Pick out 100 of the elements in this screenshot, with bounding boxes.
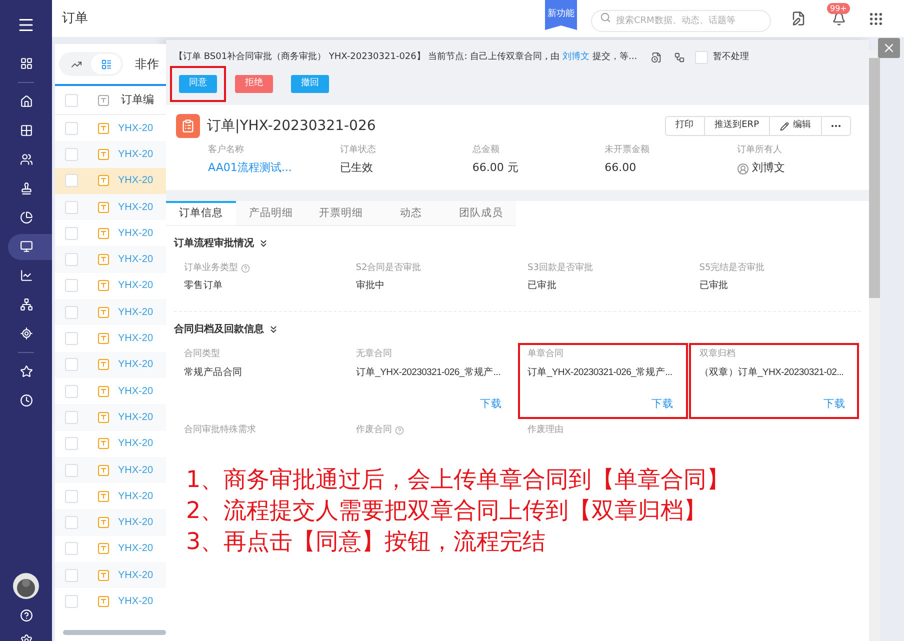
order-code[interactable]: YHX-20: [118, 173, 154, 188]
download-link[interactable]: 下载: [480, 397, 502, 413]
document-icon[interactable]: [651, 52, 662, 64]
order-code[interactable]: YHX-20: [118, 304, 154, 320]
checkbox[interactable]: [65, 464, 78, 476]
order-code[interactable]: YHX-20: [118, 436, 154, 452]
order-icon: [98, 570, 109, 581]
order-code[interactable]: YHX-20: [118, 568, 154, 583]
section-title: 订单流程审批情况: [174, 236, 254, 250]
field-label: 双章归档: [699, 348, 736, 362]
order-code[interactable]: YHX-20: [118, 488, 154, 504]
table-row[interactable]: YHX-20: [55, 141, 166, 168]
order-icon: [98, 543, 109, 554]
table-row[interactable]: YHX-20: [55, 168, 166, 194]
checkbox[interactable]: [65, 122, 78, 135]
checkbox[interactable]: [695, 51, 708, 64]
field-label: 客户名称: [208, 144, 245, 157]
approve-button[interactable]: 同意: [179, 74, 217, 92]
table-row[interactable]: YHX-20: [55, 404, 166, 431]
tab[interactable]: 开票明细: [306, 200, 376, 224]
checkbox[interactable]: [65, 358, 78, 372]
table-row[interactable]: YHX-20: [55, 299, 166, 326]
column-header[interactable]: 订单编: [121, 92, 154, 108]
hierarchy-icon[interactable]: [674, 52, 686, 64]
view-button[interactable]: [91, 54, 121, 74]
order-code[interactable]: YHX-20: [118, 120, 154, 136]
checkbox[interactable]: [65, 94, 78, 106]
checkbox[interactable]: [65, 437, 78, 450]
checkbox[interactable]: [65, 226, 78, 240]
table-row[interactable]: YHX-20: [55, 509, 166, 536]
order-code[interactable]: YHX-20: [118, 384, 154, 399]
checkbox[interactable]: [65, 200, 78, 214]
order-code[interactable]: YHX-20: [118, 226, 154, 241]
field-label: 单章合同: [528, 348, 564, 362]
tab[interactable]: 动态: [376, 200, 446, 224]
table-row[interactable]: YHX-20: [55, 456, 166, 484]
annotation-text: 2、流程提交人需要把双章合同上传到【双章归档】: [186, 497, 708, 526]
checkbox[interactable]: [65, 306, 78, 319]
field-label: 订单业务类型: [184, 262, 238, 274]
table-row[interactable]: YHX-20: [55, 194, 166, 220]
table-row[interactable]: YHX-20: [55, 246, 166, 273]
download-link[interactable]: 下载: [652, 397, 674, 413]
order-code[interactable]: YHX-20: [118, 462, 154, 478]
checkbox[interactable]: [65, 410, 78, 424]
close-button[interactable]: [878, 38, 900, 58]
order-icon: [98, 386, 109, 397]
checkbox[interactable]: [65, 542, 78, 556]
order-code[interactable]: YHX-20: [118, 331, 154, 346]
checkbox[interactable]: [65, 516, 78, 530]
download-link[interactable]: 下载: [823, 397, 846, 413]
customer-link[interactable]: AA01流程测试...: [208, 160, 292, 177]
reject-button[interactable]: 拒绝: [235, 74, 273, 92]
tab[interactable]: 订单信息: [166, 200, 236, 224]
tab[interactable]: 产品明细: [236, 200, 306, 224]
order-code[interactable]: YHX-20: [118, 515, 154, 530]
collapse-icon[interactable]: [258, 238, 269, 248]
search-field[interactable]: 搜索CRM数据、动态、话题等: [591, 10, 771, 32]
filter-label[interactable]: 非作: [135, 55, 159, 73]
edit-button[interactable]: 编辑: [769, 117, 821, 135]
horizontal-scrollbar[interactable]: [63, 630, 166, 635]
checkbox[interactable]: [65, 174, 78, 188]
collapse-icon[interactable]: [268, 324, 279, 336]
avatar[interactable]: [13, 573, 39, 599]
order-code[interactable]: YHX-20: [118, 541, 154, 556]
order-code[interactable]: YHX-20: [118, 278, 154, 294]
order-code[interactable]: YHX-20: [118, 252, 154, 268]
menu-icon[interactable]: [17, 16, 35, 34]
order-code[interactable]: YHX-20: [118, 410, 154, 425]
vertical-scrollbar[interactable]: [869, 50, 880, 641]
checkbox[interactable]: [65, 332, 78, 346]
tab[interactable]: 团队成员: [446, 200, 516, 224]
checkbox[interactable]: [65, 568, 78, 582]
submitter-link[interactable]: 刘博文: [562, 52, 590, 62]
order-code[interactable]: YHX-20: [118, 146, 154, 162]
new-feature-ribbon[interactable]: 新功能: [545, 0, 577, 30]
action-button[interactable]: 打印: [666, 117, 704, 135]
sidebar-item[interactable]: [8, 234, 52, 260]
order-icon: [98, 412, 109, 423]
action-button[interactable]: 推送到ERP: [704, 117, 769, 135]
withdraw-button[interactable]: 撤回: [291, 74, 329, 92]
checkbox[interactable]: [65, 490, 78, 503]
checkbox[interactable]: [65, 148, 78, 161]
order-code[interactable]: YHX-20: [118, 357, 154, 372]
field-value: 刘博文: [752, 160, 785, 176]
bell-icon[interactable]: [832, 12, 846, 26]
checkbox[interactable]: [65, 279, 78, 292]
field-label: 作废合同: [356, 424, 392, 437]
users-icon: [20, 153, 32, 166]
table-row[interactable]: YHX-20: [55, 562, 166, 588]
checkbox[interactable]: [65, 594, 78, 608]
apps-grid-icon[interactable]: [868, 10, 884, 26]
order-code[interactable]: YHX-20: [118, 594, 154, 609]
apps-icon: [20, 124, 32, 137]
notes-icon[interactable]: [791, 11, 806, 26]
hold-label[interactable]: 暂不处理: [713, 51, 750, 64]
checkbox[interactable]: [65, 253, 78, 266]
order-code[interactable]: YHX-20: [118, 200, 154, 215]
checkbox[interactable]: [65, 384, 78, 398]
field-value: 已审批: [528, 279, 557, 293]
table-row[interactable]: YHX-20: [55, 352, 166, 378]
